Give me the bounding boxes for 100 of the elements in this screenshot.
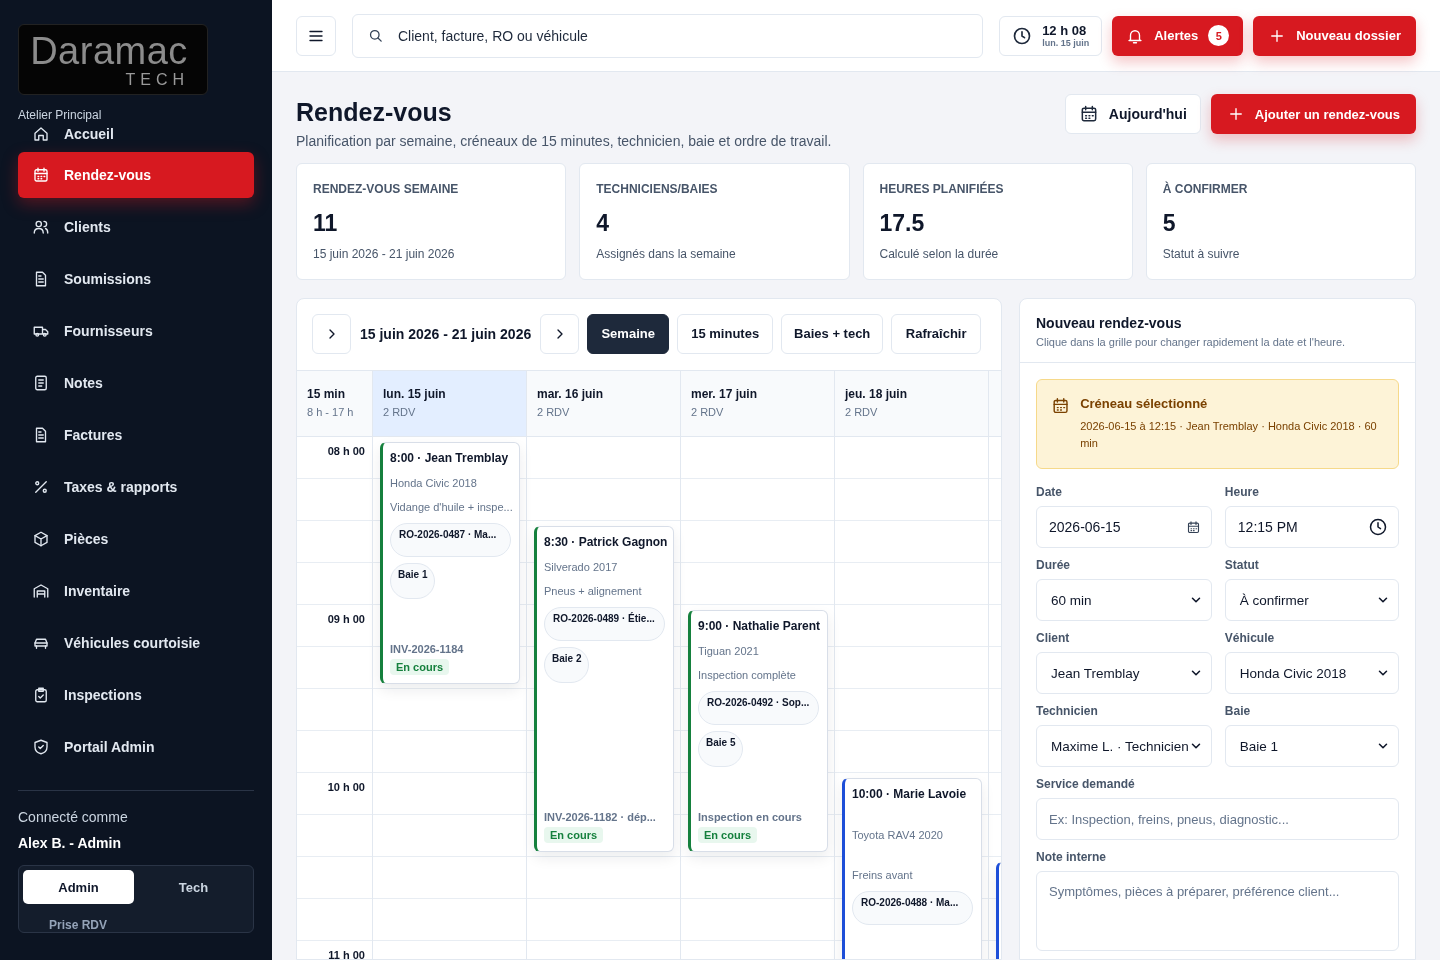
new-file-button[interactable]: Nouveau dossier xyxy=(1253,15,1416,56)
nav-item[interactable]: Inventaire xyxy=(18,568,254,614)
nav-item[interactable]: Clients xyxy=(18,204,254,250)
day-header[interactable]: mar. 16 juin 2 RDV xyxy=(527,371,681,437)
percent-icon xyxy=(32,478,50,496)
service-name: Freins avant xyxy=(852,869,914,881)
nav-item[interactable]: Factures xyxy=(18,412,254,458)
nav-item[interactable]: Inspections xyxy=(18,672,254,718)
select-field[interactable]: À confirmer xyxy=(1224,579,1399,621)
logo-wordmark: Daramac xyxy=(30,31,188,71)
calendar-icon xyxy=(32,166,50,184)
time-label: 11 h 00 xyxy=(327,948,366,959)
nav-item[interactable]: Rendez-vous xyxy=(18,152,254,198)
appointment-reference: INV-2026-1184 xyxy=(390,643,465,655)
vehicle-name: Silverado 2017 xyxy=(544,561,619,573)
page-subtitle: Planification par semaine, créneaux de 15 minutes, technicien, baie et ordre de travail. xyxy=(296,133,833,149)
appointment-title: 10:00 · Marie Lavoie xyxy=(852,787,968,801)
appointment-count: 2 RDV xyxy=(383,406,417,418)
view-toggle[interactable]: Semaine xyxy=(587,314,670,354)
role-tab[interactable]: Admin xyxy=(23,870,134,904)
notice-title: Créneau sélectionné xyxy=(1080,396,1209,411)
nav-item[interactable]: Fournisseurs xyxy=(18,308,254,354)
vehicle-name: Honda Civic 2018 xyxy=(390,477,478,489)
role-tab[interactable]: Tech xyxy=(138,870,249,904)
appointment-card[interactable]: 8:00 · Jean Tremblay Honda Civic 2018 Vidange d'huile + inspe... RO-2026-0487 · Ma... Baie 1 INV-2026-1184 En cours xyxy=(380,442,520,684)
alerts-button[interactable]: Alertes 5 xyxy=(1112,15,1244,56)
day-header[interactable]: mer. 17 juin 2 RDV xyxy=(681,371,835,437)
select-field[interactable]: Honda Civic 2018 xyxy=(1224,652,1399,694)
refresh-button[interactable]: Rafraîchir xyxy=(891,314,982,354)
appointment-count: 2 RDV xyxy=(691,406,725,418)
appointment-card[interactable]: 8:30 · Patrick Gagnon Silverado 2017 Pneus + alignement RO-2026-0489 · Étie... Baie 2 INV-2026-1182 · dép... En cours xyxy=(534,526,674,852)
view-toggle[interactable]: 15 minutes xyxy=(677,314,774,354)
today-button[interactable]: Aujourd'hui xyxy=(1064,94,1201,134)
day-label: mer. 17 juin xyxy=(691,387,759,401)
stat-label: TECHNICIENS/BAIES xyxy=(596,182,719,196)
text-field[interactable]: Ex: Inspection, freins, pneus, diagnostic... xyxy=(1036,798,1399,840)
day-label: lun. 15 juin xyxy=(383,387,447,401)
home-icon xyxy=(32,125,50,143)
calendar-icon xyxy=(1185,519,1201,535)
nav-item[interactable]: Taxes & rapports xyxy=(18,464,254,510)
select-field[interactable]: Maxime L. · Technicien xyxy=(1036,725,1212,767)
stat-value: 11 xyxy=(313,210,339,237)
select-field[interactable]: Jean Tremblay xyxy=(1036,652,1212,694)
service-name: Pneus + alignement xyxy=(544,585,643,597)
next-week-button[interactable] xyxy=(540,314,580,354)
select-field[interactable]: 60 min xyxy=(1036,579,1212,621)
form-title: Nouveau rendez-vous xyxy=(1036,315,1183,331)
appointment-reference: INV-2026-1182 · dép... xyxy=(544,811,657,823)
status-badge: En cours xyxy=(390,659,450,675)
nav-item[interactable]: Accueil xyxy=(18,122,254,146)
appointment-card[interactable]: 10:00 · Marie Lavoie Toyota RAV4 2020 Freins avant RO-2026-0488 · Ma... xyxy=(842,778,982,959)
nav-item[interactable]: Notes xyxy=(18,360,254,406)
appointment-count: 2 RDV xyxy=(537,406,571,418)
stat-label: RENDEZ-VOUS SEMAINE xyxy=(313,182,460,196)
vehicle-name: Tiguan 2021 xyxy=(698,645,760,657)
appointment-title: 8:00 · Jean Tremblay xyxy=(390,451,510,465)
workshop-name: Atelier Principal xyxy=(18,108,103,122)
clock-time: 12 h 08 xyxy=(1042,23,1088,38)
add-appointment-button[interactable]: Ajouter un rendez-vous xyxy=(1210,94,1416,134)
date-field[interactable]: 2026-06-15 xyxy=(1036,506,1212,548)
field-label: Note interne xyxy=(1036,850,1107,864)
previous-week-button[interactable] xyxy=(312,314,351,354)
note-field[interactable]: Symptômes, pièces à préparer, préférence client... xyxy=(1036,871,1399,951)
appointment-title: 9:00 · Nathalie Parent xyxy=(698,619,819,633)
bay-tag: Baie 1 xyxy=(390,563,436,599)
search-field[interactable]: Client, facture, RO ou véhicule xyxy=(352,13,984,58)
status-badge: En cours xyxy=(544,827,604,843)
cube-icon xyxy=(32,530,50,548)
stat-note: Assignés dans la semaine xyxy=(596,247,737,261)
calendar-icon xyxy=(1051,396,1071,416)
day-header[interactable]: lun. 15 juin 2 RDV xyxy=(373,371,527,437)
nav-item[interactable]: Portail Admin xyxy=(18,724,254,770)
field-label: Date xyxy=(1036,485,1063,499)
shield-check-icon xyxy=(32,738,50,756)
appointment-reference: Inspection en cours xyxy=(698,811,803,823)
field-label: Client xyxy=(1036,631,1071,645)
time-field[interactable]: 12:15 PM xyxy=(1224,506,1399,548)
nav-item[interactable]: Pièces xyxy=(18,516,254,562)
appointment-card[interactable]: 9:00 · Nathalie Parent Tiguan 2021 Inspection complète RO-2026-0492 · Sop... Baie 5 Inspection en cours En cours xyxy=(688,610,828,852)
day-header[interactable]: jeu. 18 juin 2 RDV xyxy=(835,371,989,437)
date-range: 15 juin 2026 - 21 juin 2026 xyxy=(359,326,533,342)
clock-date: lun. 15 juin xyxy=(1042,37,1090,48)
clock-icon xyxy=(1368,517,1388,537)
work-order-tag: RO-2026-0488 · Ma... xyxy=(852,891,973,925)
appointment-title: 8:30 · Patrick Gagnon xyxy=(544,535,665,549)
nav-item[interactable]: Véhicules courtoisie xyxy=(18,620,254,666)
select-field[interactable]: Baie 1 xyxy=(1224,725,1399,767)
work-order-tag: RO-2026-0492 · Sop... xyxy=(698,691,819,725)
status-badge: En cours xyxy=(698,827,758,843)
nav-item[interactable]: Soumissions xyxy=(18,256,254,302)
logo-tagline: TECH xyxy=(125,71,189,89)
stat-label: À CONFIRMER xyxy=(1162,182,1249,196)
menu-button[interactable] xyxy=(296,15,336,56)
field-label: Durée xyxy=(1036,558,1071,572)
time-range: 8 h - 17 h xyxy=(307,406,355,418)
field-label: Heure xyxy=(1224,485,1260,499)
view-toggle[interactable]: Baies + tech xyxy=(781,314,884,354)
day-label: jeu. 18 juin xyxy=(845,387,908,401)
warehouse-icon xyxy=(32,582,50,600)
work-order-tag: RO-2026-0487 · Ma... xyxy=(390,523,511,557)
